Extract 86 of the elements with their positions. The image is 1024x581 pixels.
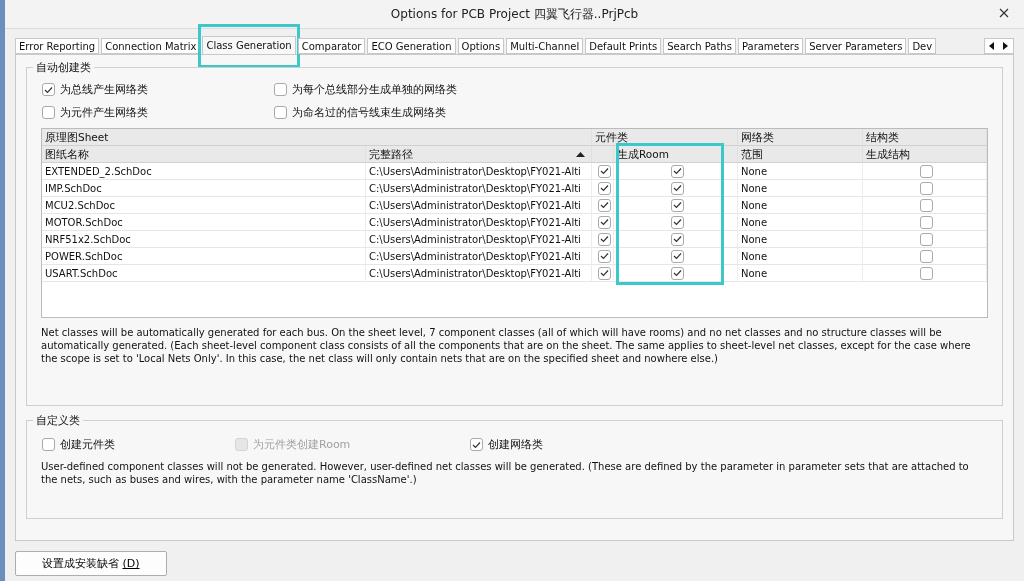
tab[interactable]: Connection Matrix: [101, 38, 201, 54]
window-title: Options for PCB Project 四翼飞行器..PrjPcb: [390, 5, 639, 23]
checkbox[interactable]: [670, 198, 684, 212]
option-label: 为总线产生网络类: [60, 82, 148, 97]
description-text: Net classes will be automatically generated for each bus. On the sheet level, 7 component classes (all of which will have rooms) and no net classes and no structure classes will be automatically generated. (Each sheet-level component class consists of all the components that are on the sheet. The same applies to sheet-level net classes, except for the case where the scope is set to 'Local Nets Only'. In this case, the net class will only contain nets that are on the specified sheet and nowhere else.): [41, 326, 972, 365]
checkbox[interactable]: [919, 198, 933, 212]
left-triangle-icon: [989, 42, 995, 50]
option-label: 为元件类创建Room: [253, 437, 351, 452]
tab[interactable]: Search Paths: [663, 38, 736, 54]
tab[interactable]: Parameters: [737, 38, 804, 54]
tab[interactable]: Comparator: [297, 38, 366, 54]
checkbox[interactable]: [670, 232, 684, 246]
checkbox[interactable]: [919, 181, 933, 195]
file-path: C:\Users\Administrator\Desktop\FY021-Alti: [369, 233, 581, 245]
checkbox[interactable]: [597, 232, 611, 246]
scope-value: None: [741, 267, 768, 279]
set-default-button[interactable]: 设置成安装缺省 (D): [15, 551, 167, 576]
checkbox[interactable]: [670, 164, 684, 178]
description-text: User-defined component classes will not be generated. However, user-defined net classes will be generated. (These are defined by the parameter in parameter sets that are attached to the nets, such as buses and wires, with the parameter name 'ClassName'.): [41, 460, 970, 486]
file-path: C:\Users\Administrator\Desktop\FY021-Alti: [369, 216, 581, 228]
checkbox[interactable]: [274, 106, 287, 119]
file-path: C:\Users\Administrator\Desktop\FY021-Alti: [369, 199, 581, 211]
tab[interactable]: Options: [457, 38, 505, 54]
scope-value: None: [741, 233, 768, 245]
scope-value: None: [741, 199, 768, 211]
file-path: C:\Users\Administrator\Desktop\FY021-Alti: [369, 250, 581, 262]
checkbox[interactable]: [919, 215, 933, 229]
checkbox[interactable]: [597, 249, 611, 263]
column-group-header: 结构类: [863, 129, 987, 146]
checkbox[interactable]: [597, 215, 611, 229]
checkbox[interactable]: [919, 249, 933, 263]
file-path: C:\Users\Administrator\Desktop\FY021-Alti: [369, 165, 581, 177]
scope-value: None: [741, 182, 768, 194]
file-path: C:\Users\Administrator\Desktop\FY021-Alti: [369, 267, 581, 279]
sheet-name: MOTOR.SchDoc: [45, 216, 123, 228]
group-title: 自定义类: [33, 413, 83, 428]
scope-value: None: [741, 216, 768, 228]
sheet-name: NRF51x2.SchDoc: [45, 233, 131, 245]
column-group-header: 原理图Sheet: [42, 129, 592, 146]
checkbox[interactable]: [597, 266, 611, 280]
checkbox[interactable]: [919, 164, 933, 178]
column-header[interactable]: 生成结构: [863, 146, 987, 163]
sheet-name: POWER.SchDoc: [45, 250, 123, 262]
column-header[interactable]: 完整路径: [366, 146, 592, 163]
checkbox[interactable]: [42, 106, 55, 119]
tab[interactable]: Error Reporting: [15, 38, 100, 54]
scope-value: None: [741, 165, 768, 177]
column-header[interactable]: 范围: [738, 146, 863, 163]
checkbox[interactable]: [670, 266, 684, 280]
sort-arrow-icon: [576, 151, 585, 157]
checkbox[interactable]: [597, 181, 611, 195]
sheet-name: USART.SchDoc: [45, 267, 118, 279]
sheet-name: MCU2.SchDoc: [45, 199, 115, 211]
checkbox[interactable]: [42, 83, 55, 96]
sheet-name: EXTENDED_2.SchDoc: [45, 165, 152, 177]
check-icon: [472, 440, 482, 449]
tab[interactable]: ECO Generation: [367, 38, 456, 54]
sheet-name: IMP.SchDoc: [45, 182, 102, 194]
close-icon: [999, 8, 1009, 18]
right-triangle-icon: [1003, 42, 1009, 50]
tab[interactable]: Class Generation: [202, 36, 296, 54]
checkbox[interactable]: [670, 181, 684, 195]
group-title: 自动创建类: [33, 60, 94, 75]
option-label: 创建网络类: [488, 437, 544, 452]
option-label: 为每个总线部分生成单独的网络类: [292, 82, 457, 97]
checkbox[interactable]: [597, 164, 611, 178]
tab[interactable]: Multi-Channel: [506, 38, 584, 54]
checkbox[interactable]: [470, 438, 484, 451]
column-group-header: 网络类: [738, 129, 863, 146]
checkbox[interactable]: [274, 83, 287, 96]
check-icon: [44, 85, 53, 94]
checkbox[interactable]: [42, 438, 55, 451]
option-label: 创建元件类: [60, 437, 115, 452]
tab[interactable]: Server Parameters: [805, 38, 907, 54]
option-label: 为元件产生网络类: [60, 105, 148, 120]
checkbox[interactable]: [670, 249, 684, 263]
option-label: 为命名过的信号线束生成网络类: [292, 105, 446, 120]
checkbox[interactable]: [670, 215, 684, 229]
checkbox[interactable]: [919, 232, 933, 246]
checkbox[interactable]: [597, 198, 611, 212]
tab[interactable]: Default Prints: [585, 38, 662, 54]
file-path: C:\Users\Administrator\Desktop\FY021-Alti: [369, 182, 581, 194]
column-header[interactable]: 图纸名称: [42, 146, 366, 163]
checkbox[interactable]: [919, 266, 933, 280]
tab[interactable]: Dev: [908, 38, 937, 54]
scope-value: None: [741, 250, 768, 262]
